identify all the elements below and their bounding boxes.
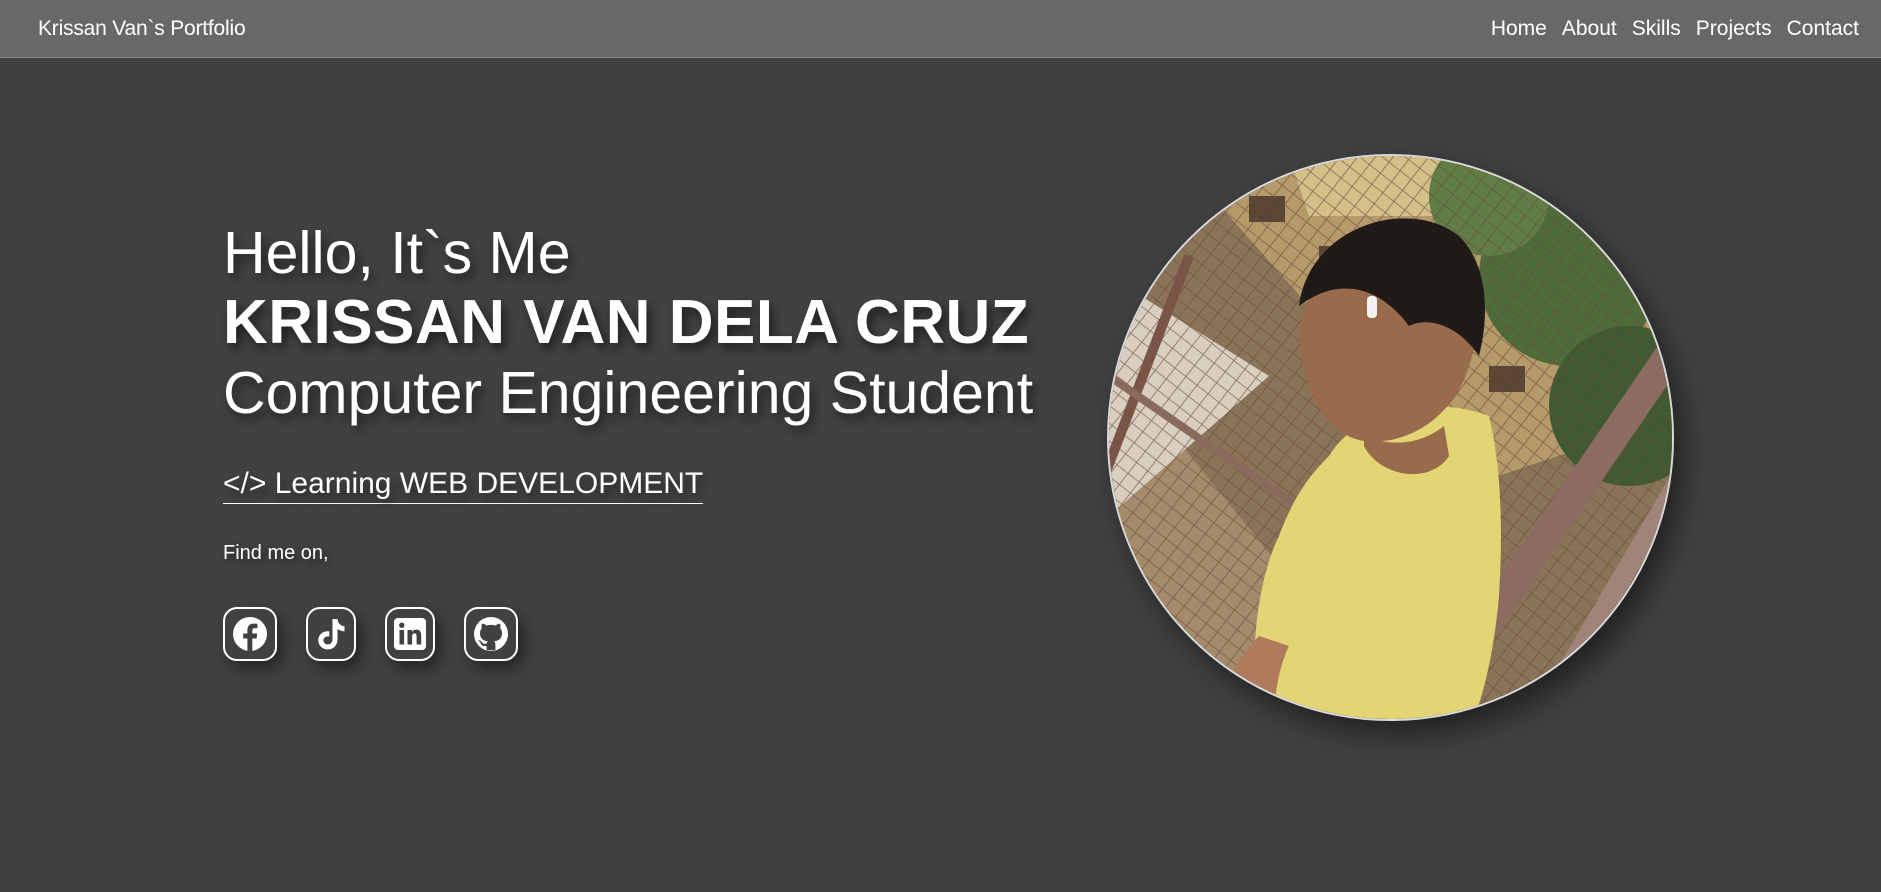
tiktok-icon (318, 619, 345, 650)
facebook-link[interactable] (223, 607, 277, 661)
social-links (223, 607, 1033, 661)
hero-section: Hello, It`s Me KRISSAN VAN DELA CRUZ Com… (223, 218, 1033, 661)
nav-links: Home About Skills Projects Contact (1491, 17, 1859, 41)
find-me-label: Find me on, (223, 542, 329, 564)
brand-link[interactable]: Krissan Van`s Portfolio (38, 17, 246, 41)
facebook-icon (233, 617, 267, 651)
nav-link-home[interactable]: Home (1491, 17, 1547, 41)
nav-link-about[interactable]: About (1562, 17, 1617, 41)
nav-link-projects[interactable]: Projects (1696, 17, 1772, 41)
learning-text: </> Learning WEB DEVELOPMENT (223, 466, 704, 504)
tiktok-link[interactable] (306, 607, 356, 661)
github-icon (474, 617, 508, 651)
name-heading: KRISSAN VAN DELA CRUZ (223, 288, 1030, 357)
nav-link-contact[interactable]: Contact (1787, 17, 1859, 41)
role-heading: Computer Engineering Student (223, 360, 1034, 426)
github-link[interactable] (464, 607, 518, 661)
profile-photo-illustration (1109, 156, 1672, 719)
nav-link-skills[interactable]: Skills (1632, 17, 1681, 41)
greeting-heading: Hello, It`s Me (223, 220, 571, 286)
profile-photo (1107, 154, 1674, 721)
linkedin-icon (394, 618, 426, 650)
navbar: Krissan Van`s Portfolio Home About Skill… (0, 0, 1881, 58)
linkedin-link[interactable] (385, 607, 435, 661)
